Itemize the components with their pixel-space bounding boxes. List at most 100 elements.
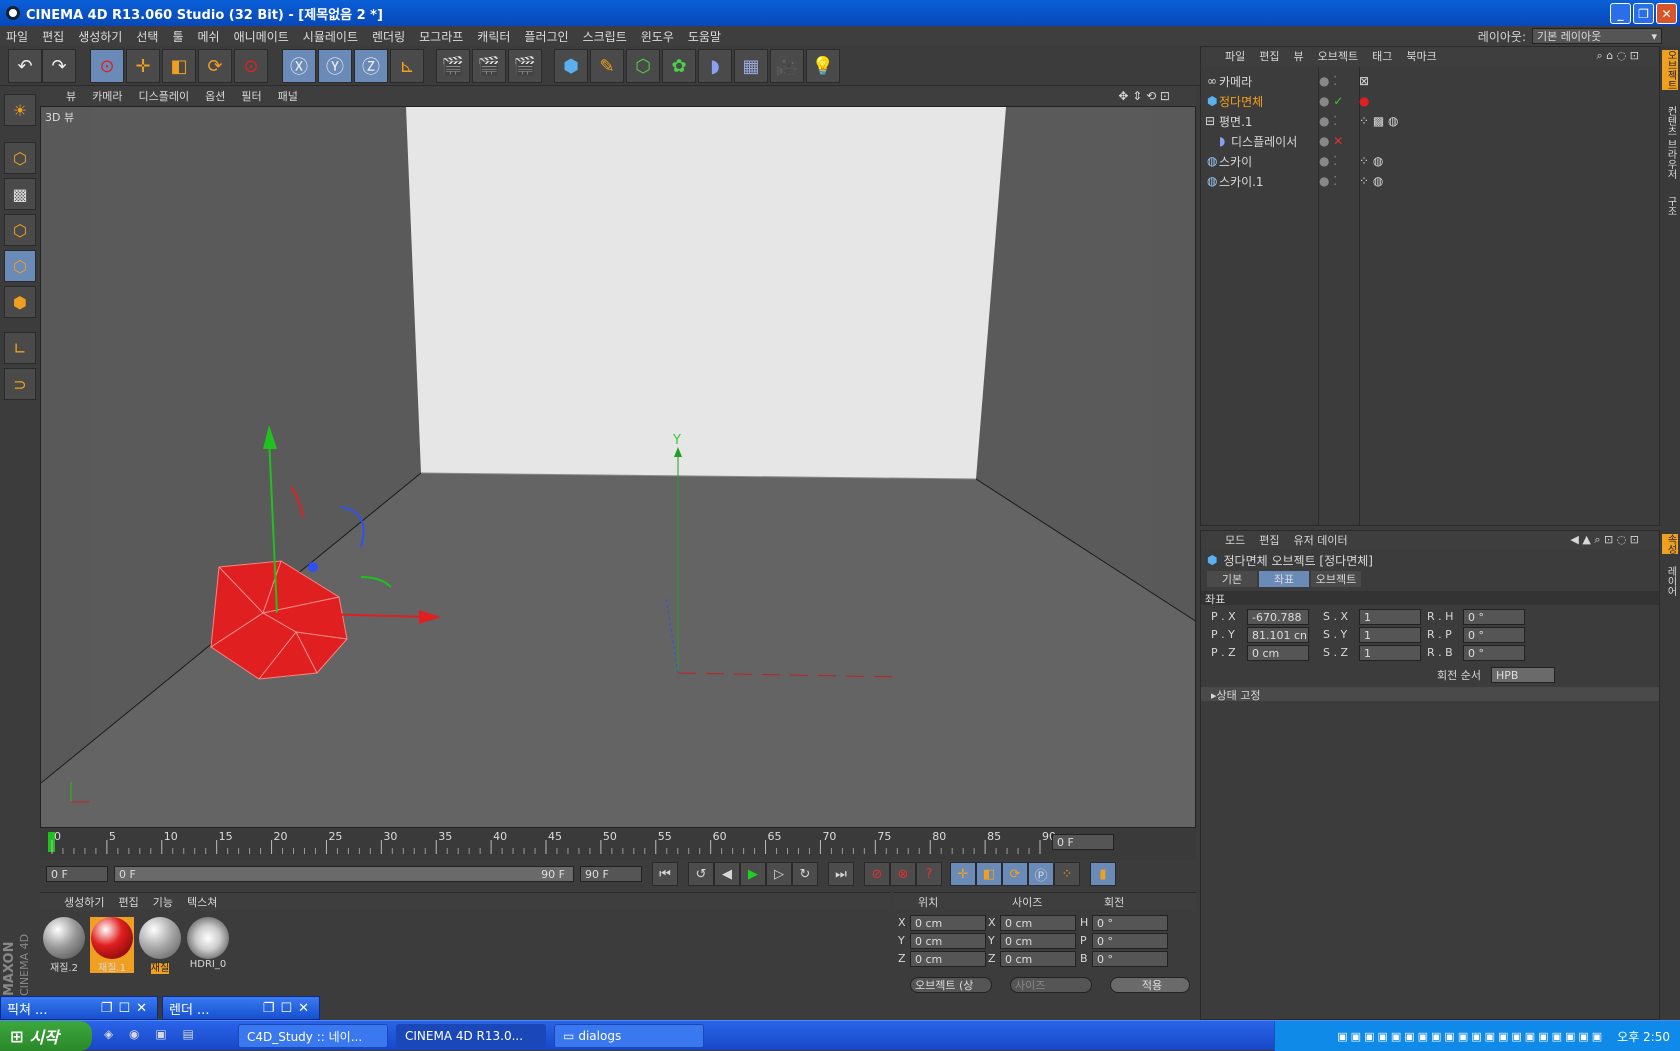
visibility-dots-icon[interactable]: ● ⁚ — [1319, 154, 1359, 168]
rotate-tool-button[interactable]: ⟳ — [198, 49, 232, 83]
rot-order-select[interactable]: HPB — [1491, 667, 1555, 683]
key-help-button[interactable]: ? — [916, 862, 942, 886]
coord-value-field[interactable]: 0 cm — [910, 915, 986, 931]
end-frame-field[interactable]: 90 F — [580, 866, 642, 882]
obj-menu-bookmarks[interactable]: 북마크 — [1406, 48, 1436, 64]
coord-value-field[interactable]: 0 ° — [1092, 933, 1168, 949]
coord-value-field[interactable]: 0 ° — [1092, 951, 1168, 967]
obj-menu-edit[interactable]: 편집 — [1259, 48, 1279, 64]
current-frame-field[interactable]: 0 F — [1052, 834, 1114, 850]
attr-value-field[interactable]: 81.101 cn — [1247, 627, 1309, 643]
axis-mode-button[interactable]: ∟ — [4, 332, 36, 364]
menu-character[interactable]: 캐릭터 — [477, 28, 510, 45]
key-scale-button[interactable]: ◧ — [976, 862, 1002, 886]
apply-button[interactable]: 적용 — [1110, 977, 1190, 993]
attr-nav-icons[interactable]: ◀ ▲ ⌕ ⊡ ◌ ⊡ — [1570, 533, 1639, 547]
menu-render[interactable]: 렌더링 — [372, 28, 405, 45]
menu-window[interactable]: 윈도우 — [641, 28, 674, 45]
coord-size-mode-select[interactable]: 사이즈 — [1010, 977, 1092, 993]
move-tool-button[interactable]: ✛ — [126, 49, 160, 83]
render-settings-window[interactable]: 렌더 ... ❐☐✕ — [162, 996, 320, 1020]
material-swatch[interactable]: 재질.1 — [90, 917, 134, 974]
next-frame-button[interactable]: ▷ — [766, 862, 792, 886]
target-tag-icon[interactable]: ⊠ — [1359, 74, 1369, 88]
model-mode-button[interactable]: ⬡ — [4, 142, 36, 174]
obj-menu-tags[interactable]: 태그 — [1372, 48, 1392, 64]
object-row-sky[interactable]: ◍ 스카이 ● ⁚ ⁘ ◍ — [1201, 151, 1659, 171]
side-tab-structure[interactable]: 구조 — [1662, 196, 1678, 216]
vp-menu-view[interactable]: 뷰 — [66, 88, 76, 104]
start-button[interactable]: ⊞ 시작 — [0, 1021, 92, 1051]
visibility-dots-icon[interactable]: ● ⁚ — [1319, 174, 1359, 188]
mat-menu-create[interactable]: 생성하기 — [64, 894, 104, 910]
menu-edit[interactable]: 편집 — [42, 28, 64, 45]
mat-menu-function[interactable]: 기능 — [153, 894, 173, 910]
side-tab-content-browser[interactable]: 컨텐츠 브라우저 — [1662, 106, 1678, 179]
prev-key-button[interactable]: ↺ — [688, 862, 714, 886]
vp-menu-options[interactable]: 옵션 — [205, 88, 225, 104]
coord-mode-select[interactable]: 오브젝트 (상 — [910, 977, 992, 993]
key-pla-button[interactable]: ⁘ — [1054, 862, 1080, 886]
live-select-button[interactable]: ⊙ — [90, 49, 124, 83]
coord-value-field[interactable]: 0 cm — [910, 933, 986, 949]
menu-plugins[interactable]: 플러그인 — [524, 28, 568, 45]
menu-create[interactable]: 생성하기 — [78, 28, 122, 45]
record-keys-button[interactable]: ⊘ — [864, 862, 890, 886]
z-axis-button[interactable]: Ⓩ — [354, 49, 388, 83]
menu-mograph[interactable]: 모그라프 — [419, 28, 463, 45]
light-button[interactable]: 💡 — [806, 49, 840, 83]
object-row-camera[interactable]: ∞ 카메라 ● ⁚ ⊠ — [1201, 71, 1659, 91]
side-tab-layers[interactable]: 레이어 — [1662, 566, 1678, 596]
obj-menu-view[interactable]: 뷰 — [1294, 48, 1304, 64]
attr-tab-basic[interactable]: 기본 — [1207, 571, 1257, 587]
sky-tags-icon[interactable]: ⁘ ◍ — [1359, 154, 1383, 168]
prev-frame-button[interactable]: ◀ — [714, 862, 740, 886]
menu-animate[interactable]: 애니메이트 — [234, 28, 289, 45]
autokey-button[interactable]: ⊗ — [890, 862, 916, 886]
snap-button[interactable]: ⊃ — [4, 368, 36, 400]
obj-search-icon[interactable]: ⌕ ⌂ ◌ ⊡ — [1597, 49, 1639, 63]
coord-value-field[interactable]: 0 cm — [910, 951, 986, 967]
attr-menu-mode[interactable]: 모드 — [1225, 532, 1245, 548]
key-parameter-button[interactable]: Ⓟ — [1028, 862, 1054, 886]
menu-simulate[interactable]: 시뮬레이트 — [303, 28, 358, 45]
redo-button[interactable]: ↷ — [42, 49, 76, 83]
visibility-dots-icon[interactable]: ● ⁚ — [1319, 74, 1359, 88]
make-editable-button[interactable]: ☀ — [4, 94, 36, 126]
attr-tab-coord[interactable]: 좌표 — [1259, 571, 1309, 587]
picture-viewer-window[interactable]: 픽쳐 ... ❐☐✕ — [0, 996, 158, 1020]
menu-mesh[interactable]: 메쉬 — [198, 28, 220, 45]
undo-button[interactable]: ↶ — [8, 49, 42, 83]
coord-value-field[interactable]: 0 cm — [1000, 933, 1076, 949]
attr-value-field[interactable]: 1 — [1359, 627, 1421, 643]
visibility-dots-icon[interactable]: ● ✓ — [1319, 94, 1359, 108]
taskbar-item-cinema4d[interactable]: CINEMA 4D R13.0... — [396, 1024, 546, 1048]
nurbs-button[interactable]: ⬡ — [626, 49, 660, 83]
menu-file[interactable]: 파일 — [6, 28, 28, 45]
viewport-nav-icons[interactable]: ✥ ⇕ ⟲ ⊡ — [1118, 89, 1170, 103]
key-rotation-button[interactable]: ⟳ — [1002, 862, 1028, 886]
obj-menu-objects[interactable]: 오브젝트 — [1318, 48, 1358, 64]
menu-script[interactable]: 스크립트 — [583, 28, 627, 45]
y-axis-button[interactable]: Ⓨ — [318, 49, 352, 83]
mat-menu-texture[interactable]: 텍스쳐 — [187, 894, 217, 910]
attr-value-field[interactable]: 1 — [1359, 609, 1421, 625]
side-tab-attributes[interactable]: 속성 — [1662, 534, 1678, 554]
vp-menu-filter[interactable]: 필터 — [241, 88, 261, 104]
material-tag-icon[interactable]: ● — [1359, 94, 1369, 108]
attr-tab-object[interactable]: 오브젝트 — [1311, 571, 1361, 587]
render-picture-viewer-button[interactable]: 🎬 — [472, 49, 506, 83]
visibility-dots-icon[interactable]: ● ⁚ — [1319, 114, 1359, 128]
next-key-button[interactable]: ↻ — [792, 862, 818, 886]
layout-select[interactable]: 기본 레이아웃 ▾ — [1532, 28, 1662, 44]
play-button[interactable]: ▶ — [740, 862, 766, 886]
scale-tool-button[interactable]: ◧ — [162, 49, 196, 83]
texture-tags-icon[interactable]: ⁘ ▩ ◍ — [1359, 114, 1399, 128]
material-swatch[interactable]: HDRI_0 — [186, 917, 230, 973]
polygons-mode-button[interactable]: ⬢ — [4, 286, 36, 318]
x-axis-button[interactable]: Ⓧ — [282, 49, 316, 83]
tray-icons[interactable]: ▣▣▣▣▣▣▣▣▣▣▣▣▣▣▣▣▣▣▣▣ — [1337, 1030, 1605, 1043]
minimize-button[interactable]: _ — [1610, 3, 1631, 24]
material-swatch[interactable]: 재질.2 — [42, 917, 86, 974]
coord-value-field[interactable]: 0 cm — [1000, 951, 1076, 967]
